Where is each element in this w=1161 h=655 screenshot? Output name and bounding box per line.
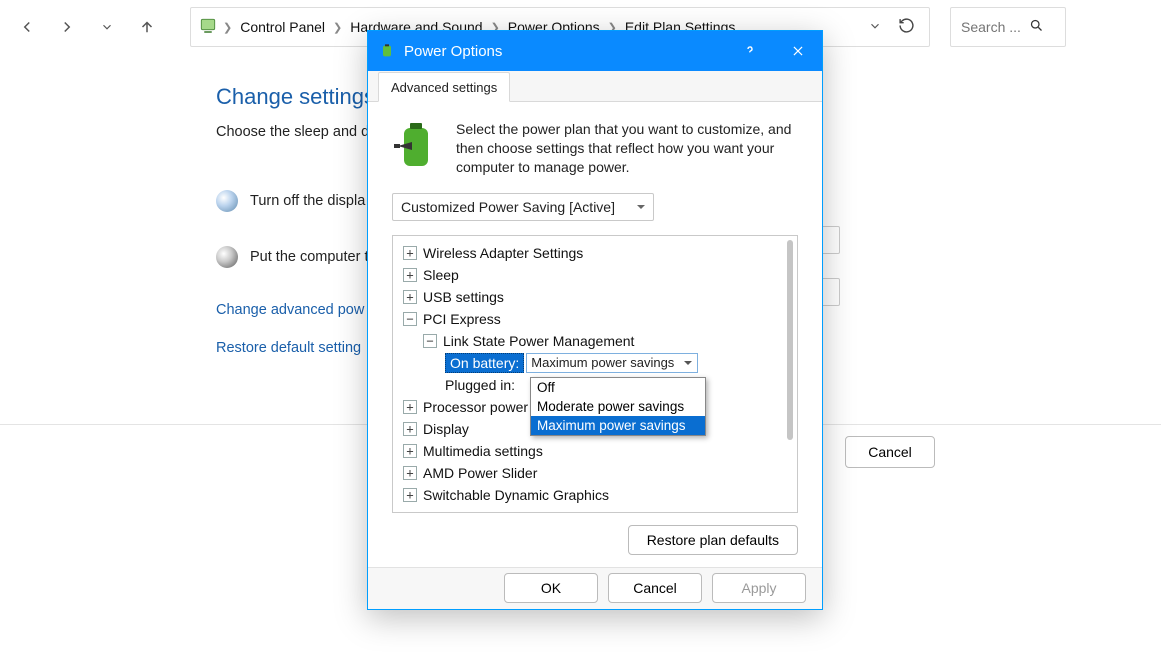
expand-icon[interactable]: + (403, 444, 417, 458)
control-panel-icon (199, 17, 217, 38)
collapse-icon[interactable]: − (423, 334, 437, 348)
page-cancel-button[interactable]: Cancel (845, 436, 935, 468)
expand-icon[interactable]: + (403, 466, 417, 480)
dropdown-icon[interactable] (868, 19, 882, 36)
up-button[interactable] (130, 10, 164, 44)
tabstrip: Advanced settings (368, 71, 822, 102)
cancel-button[interactable]: Cancel (608, 573, 702, 603)
expand-icon[interactable]: + (403, 290, 417, 304)
intro-text: Select the power plan that you want to c… (456, 120, 798, 177)
forward-button[interactable] (50, 10, 84, 44)
sleep-label: Put the computer t (250, 249, 368, 265)
refresh-icon[interactable] (898, 17, 915, 37)
back-button[interactable] (10, 10, 44, 44)
recent-button[interactable] (90, 10, 124, 44)
tab-advanced-settings[interactable]: Advanced settings (378, 72, 510, 102)
turn-off-display-label: Turn off the displa (250, 193, 365, 209)
node-usb[interactable]: USB settings (423, 289, 504, 305)
expand-icon[interactable]: + (403, 246, 417, 260)
close-button[interactable] (774, 31, 822, 71)
node-link-state[interactable]: Link State Power Management (443, 333, 634, 349)
expand-icon[interactable]: + (403, 488, 417, 502)
battery-icon (392, 120, 442, 172)
on-battery-dropdown[interactable]: Off Moderate power savings Maximum power… (530, 377, 706, 436)
on-battery-combo[interactable]: Maximum power savings (526, 353, 698, 373)
node-amd[interactable]: AMD Power Slider (423, 465, 537, 481)
option-maximum[interactable]: Maximum power savings (531, 416, 705, 435)
power-plan-select[interactable]: Customized Power Saving [Active] (392, 193, 654, 221)
expand-icon[interactable]: + (403, 400, 417, 414)
apply-button: Apply (712, 573, 806, 603)
node-wireless[interactable]: Wireless Adapter Settings (423, 245, 583, 261)
option-off[interactable]: Off (531, 378, 705, 397)
breadcrumb-control-panel[interactable]: Control Panel (238, 17, 327, 37)
intro-block: Select the power plan that you want to c… (392, 120, 798, 177)
node-sleep[interactable]: Sleep (423, 267, 459, 283)
dialog-title: Power Options (404, 43, 502, 60)
on-battery-label[interactable]: On battery: (445, 353, 524, 373)
node-pci-express[interactable]: PCI Express (423, 311, 501, 327)
chevron-right-icon: ❯ (221, 21, 234, 34)
node-multimedia[interactable]: Multimedia settings (423, 443, 543, 459)
sleep-icon (216, 246, 238, 268)
settings-tree[interactable]: + Wireless Adapter Settings + Sleep + USB s… (392, 235, 798, 513)
search-box[interactable] (950, 7, 1066, 47)
dialog-titlebar[interactable]: Power Options (368, 31, 822, 71)
power-options-icon (378, 42, 396, 60)
search-icon[interactable] (1029, 18, 1044, 36)
chevron-right-icon: ❯ (331, 21, 344, 34)
plugged-in-label[interactable]: Plugged in: (445, 377, 515, 393)
option-moderate[interactable]: Moderate power savings (531, 397, 705, 416)
expand-icon[interactable]: + (403, 422, 417, 436)
ok-button[interactable]: OK (504, 573, 598, 603)
expand-icon[interactable]: + (403, 268, 417, 282)
restore-defaults-button[interactable]: Restore plan defaults (628, 525, 798, 555)
power-options-dialog: Power Options Advanced settings Select t… (367, 30, 823, 610)
search-input[interactable] (961, 19, 1021, 35)
dialog-footer: OK Cancel Apply (368, 567, 822, 609)
collapse-icon[interactable]: − (403, 312, 417, 326)
scrollbar[interactable] (787, 240, 793, 440)
node-display[interactable]: Display (423, 421, 469, 437)
node-switchable[interactable]: Switchable Dynamic Graphics (423, 487, 609, 503)
display-icon (216, 190, 238, 212)
help-button[interactable] (726, 31, 774, 71)
node-processor[interactable]: Processor power m (423, 399, 544, 415)
